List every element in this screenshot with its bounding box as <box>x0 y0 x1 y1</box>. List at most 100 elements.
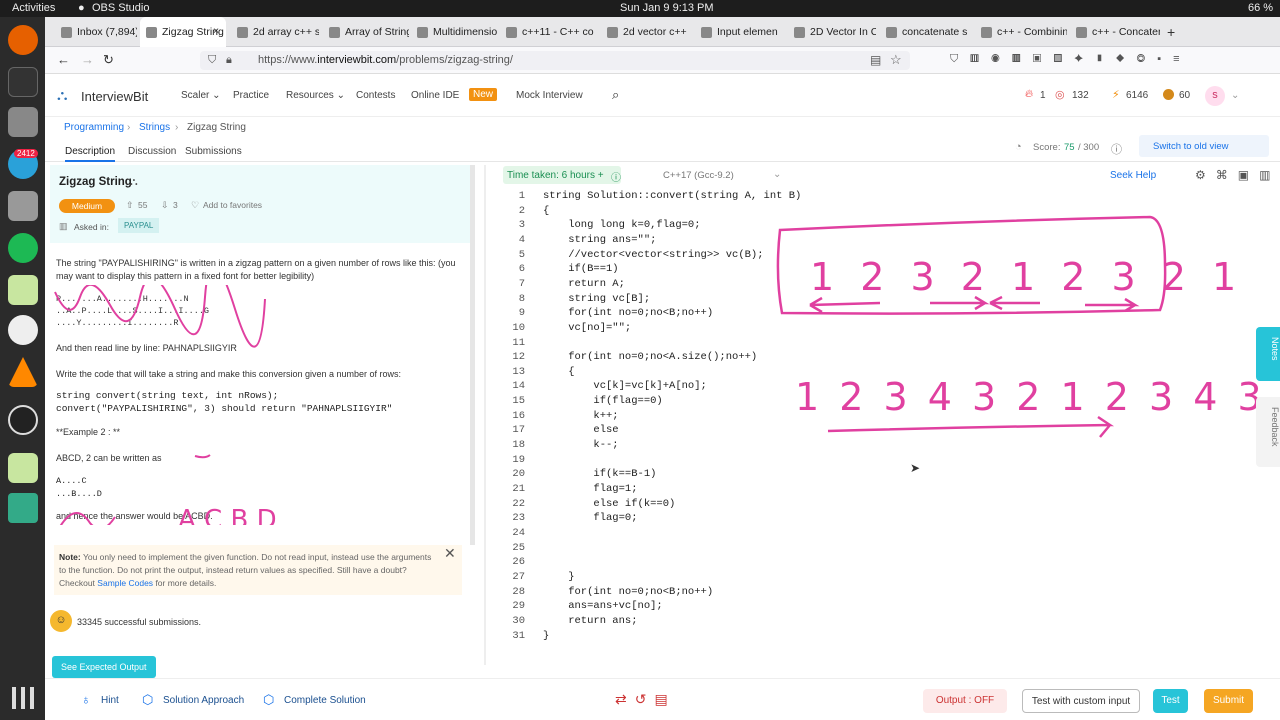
code-line[interactable]: if(flag==0) <box>543 395 662 407</box>
tab-combining[interactable]: c++ - Combinin <box>975 17 1067 47</box>
complete-solution-button[interactable]: Complete Solution <box>284 695 366 706</box>
panel-divider[interactable] <box>484 165 486 665</box>
firefox-icon[interactable] <box>8 25 38 55</box>
see-expected-output-button[interactable]: See Expected Output <box>52 656 156 678</box>
code-line[interactable]: ans=ans+vc[no]; <box>543 600 663 612</box>
tab-array-of-string[interactable]: Array of String <box>323 17 409 47</box>
company-tag[interactable]: PAYPAL <box>118 218 160 233</box>
submit-button[interactable]: Submit <box>1204 689 1253 713</box>
solution-approach-button[interactable]: Solution Approach <box>163 695 244 706</box>
nav-scaler[interactable]: Scaler ⌄ <box>181 90 221 101</box>
custom-input-button[interactable]: Test with custom input <box>1022 689 1140 713</box>
code-line[interactable]: vc[k]=vc[k]+A[no]; <box>543 380 706 392</box>
nav-resources[interactable]: Resources ⌄ <box>286 90 345 101</box>
reload-icon[interactable]: ↻ <box>103 52 114 68</box>
code-line[interactable]: } <box>543 571 574 583</box>
code-line[interactable]: else if(k==0) <box>543 498 675 510</box>
spotify-icon[interactable] <box>8 233 38 263</box>
code-line[interactable]: return ans; <box>543 615 637 627</box>
seek-help-link[interactable]: Seek Help <box>1110 170 1156 181</box>
language-select[interactable]: C++17 (Gcc-9.2) <box>663 170 734 181</box>
feedback-side-tab[interactable]: Feedback <box>1256 397 1280 467</box>
logo-text[interactable]: InterviewBit <box>81 89 148 104</box>
code-line[interactable]: k--; <box>543 439 618 451</box>
tab-concatenate2[interactable]: c++ - Concater <box>1070 17 1160 47</box>
tab-2d-array[interactable]: 2d array c++ st <box>231 17 319 47</box>
code-line[interactable]: k++; <box>543 410 618 422</box>
settings-sun-icon[interactable] <box>8 275 38 305</box>
notes-side-tab[interactable]: Notes <box>1256 327 1280 381</box>
heart-icon[interactable]: ♡ <box>191 200 199 211</box>
favorite-link[interactable]: Add to favorites <box>203 200 262 210</box>
chevron-down-icon[interactable]: ⌄ <box>1231 90 1239 101</box>
code-line[interactable]: else <box>543 424 618 436</box>
code-line[interactable]: long long k=0,flag=0; <box>543 219 700 231</box>
code-line[interactable]: if(B==1) <box>543 263 618 275</box>
vlc-icon[interactable] <box>8 357 38 387</box>
tab-multidimension[interactable]: Multidimensio <box>411 17 497 47</box>
code-line[interactable]: for(int no=0;no<B;no++) <box>543 307 713 319</box>
extension-icons[interactable]: ⛉▥◉▦▣▤✦▮◆◎▪≡ <box>950 53 1192 66</box>
forward-icon[interactable]: → <box>81 52 94 67</box>
url-field[interactable]: ⛉ 🔒︎ https://www.interviewbit.com/proble… <box>200 51 910 70</box>
tab-input-element[interactable]: Input elemen <box>695 17 785 47</box>
clock[interactable]: Sun Jan 9 9:13 PM <box>620 2 714 14</box>
sample-codes-link[interactable]: Sample Codes <box>97 578 153 588</box>
info-icon[interactable]: ⓘ <box>611 169 621 184</box>
crumb-strings[interactable]: Strings <box>139 122 170 133</box>
like-icon[interactable]: ⇧ <box>126 200 134 211</box>
logo-icon[interactable]: ⛬ <box>57 87 68 104</box>
sun-icon[interactable] <box>8 453 38 483</box>
crumb-programming[interactable]: Programming <box>64 122 124 133</box>
chevron-down-icon[interactable]: ⌄ <box>773 169 781 180</box>
code-line[interactable]: if(k==B-1) <box>543 468 656 480</box>
battery-level[interactable]: 66 % <box>1248 2 1273 14</box>
tab-zigzag[interactable]: Zigzag String × <box>140 17 226 47</box>
code-line[interactable]: vc[no]=""; <box>543 322 631 334</box>
bookmark-star-icon[interactable]: ☆ <box>890 52 902 68</box>
egg-icon[interactable] <box>8 315 38 345</box>
code-line[interactable]: { <box>543 366 574 378</box>
code-line[interactable]: return A; <box>543 278 625 290</box>
share-icon[interactable]: ⛬ <box>130 176 138 189</box>
nav-contests[interactable]: Contests <box>356 90 395 101</box>
code-line[interactable]: } <box>543 630 549 642</box>
tab-discussion[interactable]: Discussion <box>128 146 176 157</box>
trash-icon[interactable] <box>8 493 38 523</box>
code-line[interactable]: for(int no=0;no<A.size();no++) <box>543 351 757 363</box>
code-line[interactable]: flag=1; <box>543 483 637 495</box>
flag-icon[interactable]: ▤ <box>870 53 881 67</box>
tab-submissions[interactable]: Submissions <box>185 146 242 157</box>
code-line[interactable]: string Solution::convert(string A, int B… <box>543 190 801 202</box>
obs-icon[interactable] <box>8 405 38 435</box>
new-tab-icon[interactable]: + <box>1167 24 1175 40</box>
panel-scrollbar[interactable] <box>470 165 475 545</box>
output-toggle[interactable]: Output : OFF <box>923 689 1007 713</box>
hint-button[interactable]: Hint <box>101 695 119 706</box>
nav-mock-interview[interactable]: Mock Interview <box>516 90 583 101</box>
terminal-icon[interactable] <box>8 67 38 97</box>
code-line[interactable]: { <box>543 205 549 217</box>
app-grid-icon[interactable] <box>12 687 34 709</box>
code-editor[interactable]: Time taken: 6 hours + ⓘ C++17 (Gcc-9.2) … <box>495 165 1280 665</box>
editor-action-icons[interactable]: ⇄↺▤ <box>615 691 676 708</box>
nav-online-ide[interactable]: Online IDE <box>411 90 459 101</box>
tab-2d-vector[interactable]: 2d vector c++ <box>601 17 693 47</box>
search-icon[interactable]: ⌕ <box>612 87 619 103</box>
activities-button[interactable]: Activities <box>12 2 55 14</box>
tab-description[interactable]: Description <box>65 146 116 162</box>
dislike-icon[interactable]: ⇩ <box>161 200 169 211</box>
avatar[interactable]: s <box>1205 86 1225 106</box>
tab-2d-vector-in-c[interactable]: 2D Vector In C <box>788 17 876 47</box>
tab-cpp11[interactable]: c++11 - C++ co <box>500 17 598 47</box>
editor-tool-icons[interactable]: ⚙⌘▣▥⤢ <box>1195 168 1280 183</box>
code-line[interactable]: flag=0; <box>543 512 637 524</box>
files-icon[interactable] <box>8 191 38 221</box>
tab-inbox[interactable]: Inbox (7,894) <box>55 17 137 47</box>
close-note-icon[interactable]: ✕ <box>444 545 456 562</box>
code-line[interactable]: string vc[B]; <box>543 293 650 305</box>
test-button[interactable]: Test <box>1153 689 1188 713</box>
back-icon[interactable]: ← <box>57 52 70 67</box>
code-line[interactable]: for(int no=0;no<B;no++) <box>543 586 713 598</box>
close-tab-icon[interactable]: × <box>213 25 219 37</box>
